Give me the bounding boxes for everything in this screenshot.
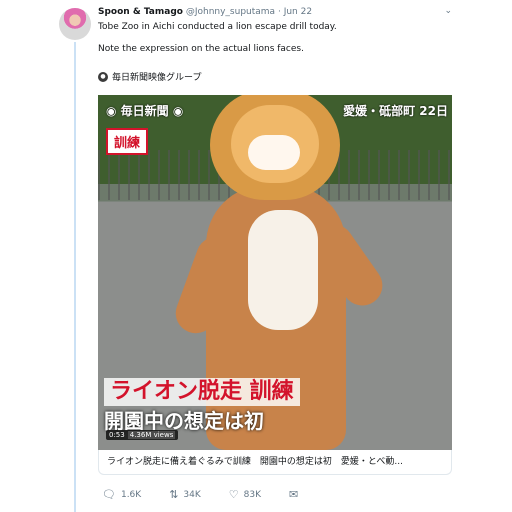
location-caption: 愛媛・砥部町 22日: [343, 104, 448, 118]
heart-icon: ♡: [228, 488, 239, 501]
direct-message-button[interactable]: ✉: [289, 488, 298, 501]
chevron-down-icon[interactable]: ⌄: [444, 6, 452, 16]
envelope-icon: ✉: [289, 488, 299, 501]
view-count: 4.36M views: [127, 431, 176, 439]
tweet-text: Tobe Zoo in Aichi conducted a lion escap…: [98, 21, 458, 56]
separator: ·: [277, 7, 281, 17]
tweet-text-line-1: Tobe Zoo in Aichi conducted a lion escap…: [98, 22, 337, 32]
video-headline: ライオン脱走 訓練: [104, 378, 300, 406]
source-icon: ●: [98, 71, 108, 82]
avatar[interactable]: [59, 8, 91, 40]
reply-count: 1.6K: [120, 489, 142, 500]
tweet-text-line-2: Note the expression on the actual lions …: [98, 44, 304, 54]
video-card-caption[interactable]: ライオン脱走に備え着ぐるみで訓練 開園中の想定は初 愛媛・とべ動...: [98, 450, 452, 475]
tweet-date[interactable]: Jun 22: [284, 7, 312, 17]
handle[interactable]: @Johnny_suputama: [186, 7, 275, 17]
thread-line: [74, 42, 76, 512]
like-count: 83K: [243, 489, 261, 500]
duration-time: 0:53: [109, 431, 125, 439]
lion-costume-belly: [248, 210, 318, 330]
source-label: 毎日新聞映像グループ: [112, 73, 202, 83]
video-duration: 0:53 4.36M views: [106, 430, 179, 440]
video-source[interactable]: ● 毎日新聞映像グループ: [98, 70, 201, 83]
retweet-count: 34K: [183, 489, 201, 500]
drill-badge: 訓練: [106, 128, 149, 155]
like-button[interactable]: ♡ 83K: [229, 488, 261, 501]
tweet-actions: 🗨 1.6K ⇅ 34K ♡ 83K ✉: [102, 488, 298, 501]
tweet-header: Spoon & Tamago @Johnny_suputama · Jun 22: [98, 7, 312, 17]
reply-button[interactable]: 🗨 1.6K: [102, 488, 141, 501]
retweet-icon: ⇅: [169, 488, 179, 501]
retweet-button[interactable]: ⇅ 34K: [169, 488, 201, 501]
reply-icon: 🗨: [102, 488, 116, 501]
lion-costume-muzzle: [248, 135, 300, 170]
display-name[interactable]: Spoon & Tamago: [98, 7, 183, 17]
broadcaster-logo: ◉ 毎日新聞 ◉: [106, 104, 184, 118]
video-player[interactable]: ◉ 毎日新聞 ◉ 愛媛・砥部町 22日 訓練 ライオン脱走 訓練 開園中の想定は…: [98, 95, 452, 450]
